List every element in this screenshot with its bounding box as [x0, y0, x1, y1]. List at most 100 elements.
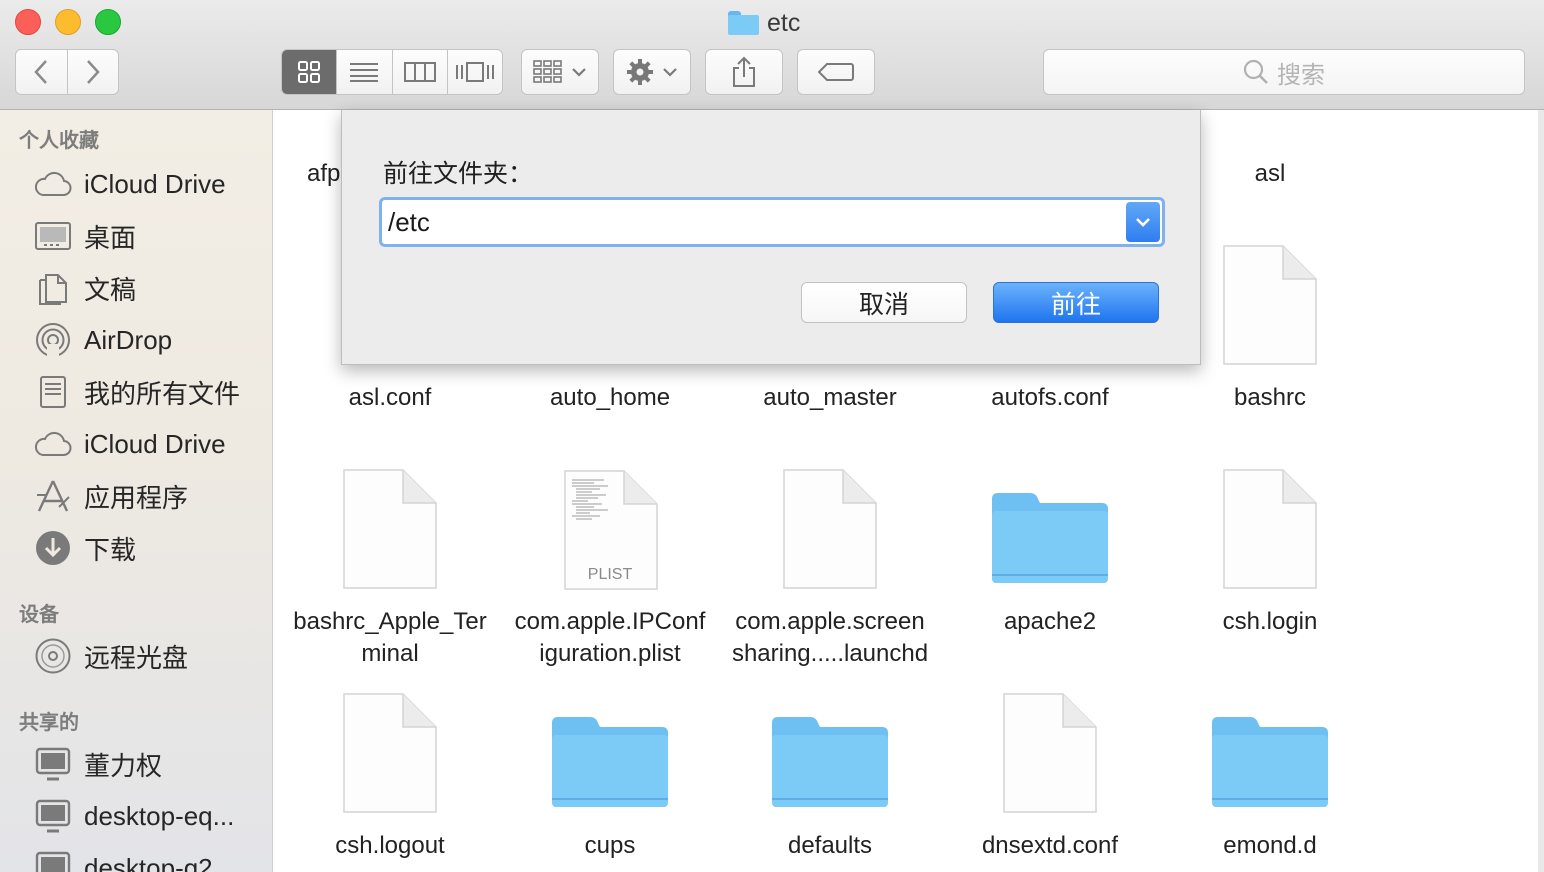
sidebar-item-label: iCloud Drive	[84, 168, 226, 199]
sidebar-item-documents[interactable]: 文稿	[34, 268, 136, 308]
chevron-right-icon	[86, 60, 100, 84]
sidebar-item-remote-disc[interactable]: 远程光盘	[34, 636, 188, 676]
close-window-button[interactable]	[15, 9, 41, 35]
sidebar-section-favorites: 个人收藏	[19, 130, 99, 152]
cover-flow-icon	[455, 62, 494, 82]
sidebar-item-shared-computer-1[interactable]: 董力权	[34, 744, 162, 784]
sidebar-item-icloud-drive[interactable]: iCloud Drive	[34, 164, 226, 204]
sidebar-item-label: desktop-eq...	[84, 800, 235, 831]
airdrop-icon	[34, 321, 72, 359]
file-name: defaults	[787, 832, 873, 859]
search-field[interactable]: 搜索	[1043, 49, 1525, 95]
file-name-line1: bashrc_Apple_Ter	[293, 608, 487, 635]
list-view-button[interactable]	[336, 50, 391, 94]
folder-path-combobox[interactable]	[379, 197, 1165, 247]
file-name: csh.login	[1222, 608, 1318, 635]
sidebar-item-label: 董力权	[84, 750, 163, 781]
sidebar-item-label: 远程光盘	[84, 642, 189, 673]
applications-icon	[34, 477, 72, 515]
file-name: apache2	[1003, 608, 1097, 635]
dialog-prompt: 前往文件夹：	[383, 160, 534, 188]
forward-button[interactable]	[66, 50, 119, 94]
icon-view-icon	[298, 61, 321, 83]
cloud-icon	[34, 425, 72, 463]
document-icon	[720, 464, 940, 594]
sidebar-item-label: 下载	[84, 534, 137, 565]
file-name-line2: sharing.....launchd	[731, 640, 929, 667]
sidebar-item-applications[interactable]: 应用程序	[34, 476, 188, 516]
folder-path-input[interactable]	[388, 203, 1118, 241]
file-name: auto_master	[763, 384, 897, 411]
sidebar-section-shared: 共享的	[19, 712, 79, 734]
share-button[interactable]	[705, 49, 783, 95]
folder-icon	[720, 696, 940, 826]
sidebar-item-shared-computer-2[interactable]: desktop-eq...	[34, 796, 234, 836]
chevron-down-icon	[663, 68, 677, 77]
disc-icon	[34, 637, 72, 675]
document-icon	[280, 688, 500, 818]
view-mode-selector	[281, 49, 503, 95]
document-icon	[1160, 464, 1380, 594]
computer-icon	[34, 797, 72, 835]
cover-flow-button[interactable]	[446, 50, 502, 94]
file-name: cups	[584, 832, 636, 859]
document-icon	[280, 464, 500, 594]
download-icon	[34, 529, 72, 567]
sidebar-item-label: 应用程序	[84, 482, 189, 513]
search-placeholder: 搜索	[1277, 61, 1325, 89]
file-name: csh.logout	[335, 832, 445, 859]
plist-badge: PLIST	[587, 566, 633, 583]
file-name: asl.conf	[348, 384, 432, 411]
file-name: bashrc	[1233, 384, 1307, 411]
file-name-line2: iguration.plist	[539, 640, 681, 667]
go-to-folder-dialog: 前往文件夹： 取消 前往	[341, 110, 1201, 365]
sidebar-item-label: 桌面	[84, 222, 137, 253]
minimize-window-button[interactable]	[55, 9, 81, 35]
window-right-edge	[1538, 110, 1544, 872]
list-view-icon	[350, 63, 379, 82]
file-name-line1: com.apple.screen	[735, 608, 925, 635]
zoom-window-button[interactable]	[95, 9, 121, 35]
gear-icon	[627, 59, 653, 85]
file-name-line2: minal	[361, 640, 419, 667]
sidebar: 个人收藏 iCloud Drive 桌面 文稿 AirDrop 我的所有文件 i…	[0, 110, 273, 872]
file-name: dnsextd.conf	[981, 832, 1119, 859]
cancel-button[interactable]: 取消	[801, 282, 967, 323]
document-icon	[940, 688, 1160, 818]
sidebar-item-label: AirDrop	[84, 324, 173, 355]
desktop-icon	[34, 217, 72, 255]
file-name: auto_home	[549, 384, 671, 411]
computer-icon	[34, 745, 72, 783]
tags-button[interactable]	[797, 49, 875, 95]
chevron-down-icon	[572, 68, 586, 77]
go-button[interactable]: 前往	[993, 282, 1159, 323]
chevron-down-icon	[1136, 218, 1150, 227]
plist-document-icon: PLIST	[500, 464, 720, 594]
arrange-grid-icon	[533, 60, 562, 83]
path-history-dropdown-button[interactable]	[1126, 202, 1160, 242]
search-icon	[1243, 59, 1268, 84]
window-title-text: etc	[767, 8, 801, 37]
icon-view-button[interactable]	[282, 50, 337, 94]
folder-icon	[1160, 696, 1380, 826]
arrange-button[interactable]	[521, 49, 599, 95]
column-view-button[interactable]	[391, 50, 447, 94]
window-toolbar: etc 搜索	[0, 0, 1544, 110]
file-name-line1: com.apple.IPConf	[514, 608, 706, 635]
chevron-left-icon	[34, 60, 48, 84]
navigation-buttons	[15, 49, 119, 95]
sidebar-item-shared-computer-3[interactable]: desktop-q2	[34, 848, 213, 872]
sidebar-item-downloads[interactable]: 下载	[34, 528, 136, 568]
documents-icon	[34, 269, 72, 307]
column-view-icon	[403, 62, 436, 82]
sidebar-item-icloud-drive-2[interactable]: iCloud Drive	[34, 424, 226, 464]
back-button[interactable]	[16, 50, 67, 94]
action-button[interactable]	[613, 49, 691, 95]
file-name: emond.d	[1223, 832, 1317, 859]
sidebar-item-all-my-files[interactable]: 我的所有文件	[34, 372, 240, 412]
sidebar-item-desktop[interactable]: 桌面	[34, 216, 136, 256]
sidebar-item-label: iCloud Drive	[84, 428, 226, 459]
cloud-icon	[34, 165, 72, 203]
sidebar-item-airdrop[interactable]: AirDrop	[34, 320, 172, 360]
sidebar-item-label: 我的所有文件	[84, 378, 241, 409]
